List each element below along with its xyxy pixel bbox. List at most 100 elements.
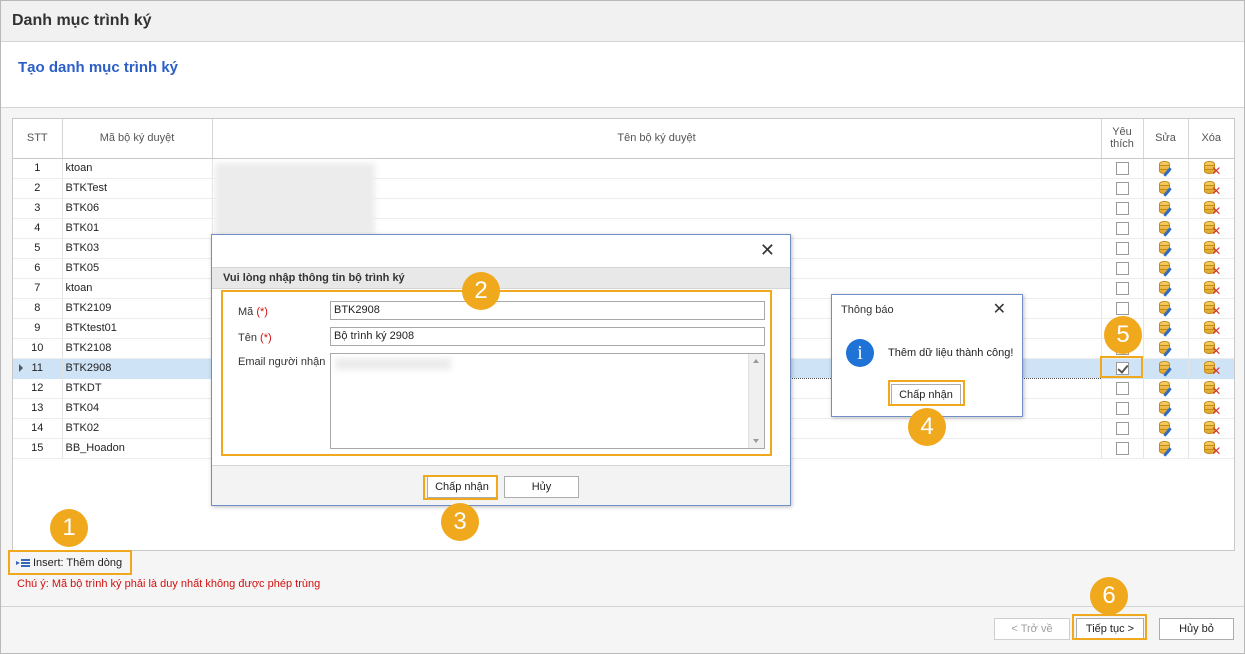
row-code[interactable]: BTK2108 <box>62 338 213 359</box>
row-delete[interactable]: ✕ <box>1188 398 1234 419</box>
table-row[interactable]: 3 BTK06 ✕ <box>13 198 1234 219</box>
table-row[interactable]: 1 ktoan ✕ <box>13 158 1234 179</box>
row-delete[interactable]: ✕ <box>1188 438 1234 459</box>
row-favorite[interactable] <box>1101 438 1144 459</box>
row-code[interactable]: BB_Hoadon <box>62 438 213 459</box>
edit-icon[interactable] <box>1158 320 1174 337</box>
favorite-checkbox[interactable] <box>1115 381 1129 395</box>
row-delete[interactable]: ✕ <box>1188 358 1234 379</box>
row-delete[interactable]: ✕ <box>1188 318 1234 339</box>
favorite-checkbox[interactable] <box>1115 401 1129 415</box>
delete-icon[interactable]: ✕ <box>1203 180 1221 197</box>
header-stt[interactable]: STT <box>13 119 63 159</box>
favorite-checkbox[interactable] <box>1115 201 1129 215</box>
row-code[interactable]: BTK01 <box>62 218 213 239</box>
delete-icon[interactable]: ✕ <box>1203 220 1221 237</box>
row-favorite[interactable] <box>1101 178 1144 199</box>
row-delete[interactable]: ✕ <box>1188 338 1234 359</box>
header-name[interactable]: Tên bộ ký duyệt <box>212 119 1102 159</box>
row-edit[interactable] <box>1143 238 1189 259</box>
row-code[interactable]: BTKtest01 <box>62 318 213 339</box>
row-edit[interactable] <box>1143 418 1189 439</box>
edit-icon[interactable] <box>1158 360 1174 377</box>
edit-icon[interactable] <box>1158 300 1174 317</box>
edit-icon[interactable] <box>1158 200 1174 217</box>
delete-icon[interactable]: ✕ <box>1203 400 1221 417</box>
row-edit[interactable] <box>1143 278 1189 299</box>
delete-icon[interactable]: ✕ <box>1203 320 1221 337</box>
row-favorite[interactable] <box>1101 398 1144 419</box>
row-code[interactable]: BTK05 <box>62 258 213 279</box>
row-edit[interactable] <box>1143 358 1189 379</box>
edit-icon[interactable] <box>1158 240 1174 257</box>
delete-icon[interactable]: ✕ <box>1203 420 1221 437</box>
row-favorite[interactable] <box>1101 158 1144 179</box>
row-delete[interactable]: ✕ <box>1188 278 1234 299</box>
row-edit[interactable] <box>1143 438 1189 459</box>
row-favorite[interactable] <box>1101 258 1144 279</box>
row-favorite[interactable] <box>1101 218 1144 239</box>
edit-icon[interactable] <box>1158 420 1174 437</box>
delete-icon[interactable]: ✕ <box>1203 340 1221 357</box>
row-favorite[interactable] <box>1101 418 1144 439</box>
dialog-close-icon[interactable]: ✕ <box>760 241 775 259</box>
row-edit[interactable] <box>1143 198 1189 219</box>
row-favorite[interactable] <box>1101 278 1144 299</box>
row-code[interactable]: BTK2908 <box>62 358 213 379</box>
edit-icon[interactable] <box>1158 220 1174 237</box>
row-edit[interactable] <box>1143 158 1189 179</box>
delete-icon[interactable]: ✕ <box>1203 160 1221 177</box>
row-code[interactable]: ktoan <box>62 278 213 299</box>
edit-icon[interactable] <box>1158 180 1174 197</box>
delete-icon[interactable]: ✕ <box>1203 360 1221 377</box>
insert-row-button[interactable]: Insert: Thêm dòng <box>8 550 132 575</box>
favorite-checkbox[interactable] <box>1115 221 1129 235</box>
delete-icon[interactable]: ✕ <box>1203 240 1221 257</box>
delete-icon[interactable]: ✕ <box>1203 280 1221 297</box>
row-edit[interactable] <box>1143 258 1189 279</box>
row-favorite[interactable] <box>1101 298 1144 319</box>
row-code[interactable]: BTK03 <box>62 238 213 259</box>
delete-icon[interactable]: ✕ <box>1203 200 1221 217</box>
row-edit[interactable] <box>1143 338 1189 359</box>
favorite-checkbox[interactable] <box>1115 161 1129 175</box>
row-code[interactable]: BTK06 <box>62 198 213 219</box>
edit-icon[interactable] <box>1158 280 1174 297</box>
edit-icon[interactable] <box>1158 340 1174 357</box>
edit-icon[interactable] <box>1158 440 1174 457</box>
edit-icon[interactable] <box>1158 380 1174 397</box>
row-edit[interactable] <box>1143 178 1189 199</box>
row-code[interactable]: BTKTest <box>62 178 213 199</box>
row-favorite[interactable] <box>1101 238 1144 259</box>
row-favorite[interactable] <box>1101 198 1144 219</box>
delete-icon[interactable]: ✕ <box>1203 440 1221 457</box>
row-code[interactable]: BTK2109 <box>62 298 213 319</box>
header-favorite[interactable]: Yêu thích <box>1101 119 1144 159</box>
row-edit[interactable] <box>1143 218 1189 239</box>
favorite-checkbox[interactable] <box>1115 421 1129 435</box>
row-code[interactable]: BTK04 <box>62 398 213 419</box>
row-delete[interactable]: ✕ <box>1188 418 1234 439</box>
delete-icon[interactable]: ✕ <box>1203 260 1221 277</box>
row-code[interactable]: BTK02 <box>62 418 213 439</box>
row-delete[interactable]: ✕ <box>1188 198 1234 219</box>
row-delete[interactable]: ✕ <box>1188 218 1234 239</box>
row-code[interactable]: ktoan <box>62 158 213 179</box>
delete-icon[interactable]: ✕ <box>1203 300 1221 317</box>
cancel-all-button[interactable]: Hủy bỏ <box>1159 618 1234 640</box>
edit-icon[interactable] <box>1158 400 1174 417</box>
row-edit[interactable] <box>1143 298 1189 319</box>
row-delete[interactable]: ✕ <box>1188 298 1234 319</box>
row-edit[interactable] <box>1143 318 1189 339</box>
row-favorite[interactable] <box>1101 378 1144 399</box>
delete-icon[interactable]: ✕ <box>1203 380 1221 397</box>
row-delete[interactable]: ✕ <box>1188 238 1234 259</box>
row-delete[interactable]: ✕ <box>1188 378 1234 399</box>
favorite-checkbox[interactable] <box>1115 261 1129 275</box>
edit-icon[interactable] <box>1158 260 1174 277</box>
row-delete[interactable]: ✕ <box>1188 258 1234 279</box>
favorite-checkbox[interactable] <box>1115 181 1129 195</box>
back-button[interactable]: < Trở về <box>994 618 1070 640</box>
row-edit[interactable] <box>1143 398 1189 419</box>
row-delete[interactable]: ✕ <box>1188 178 1234 199</box>
